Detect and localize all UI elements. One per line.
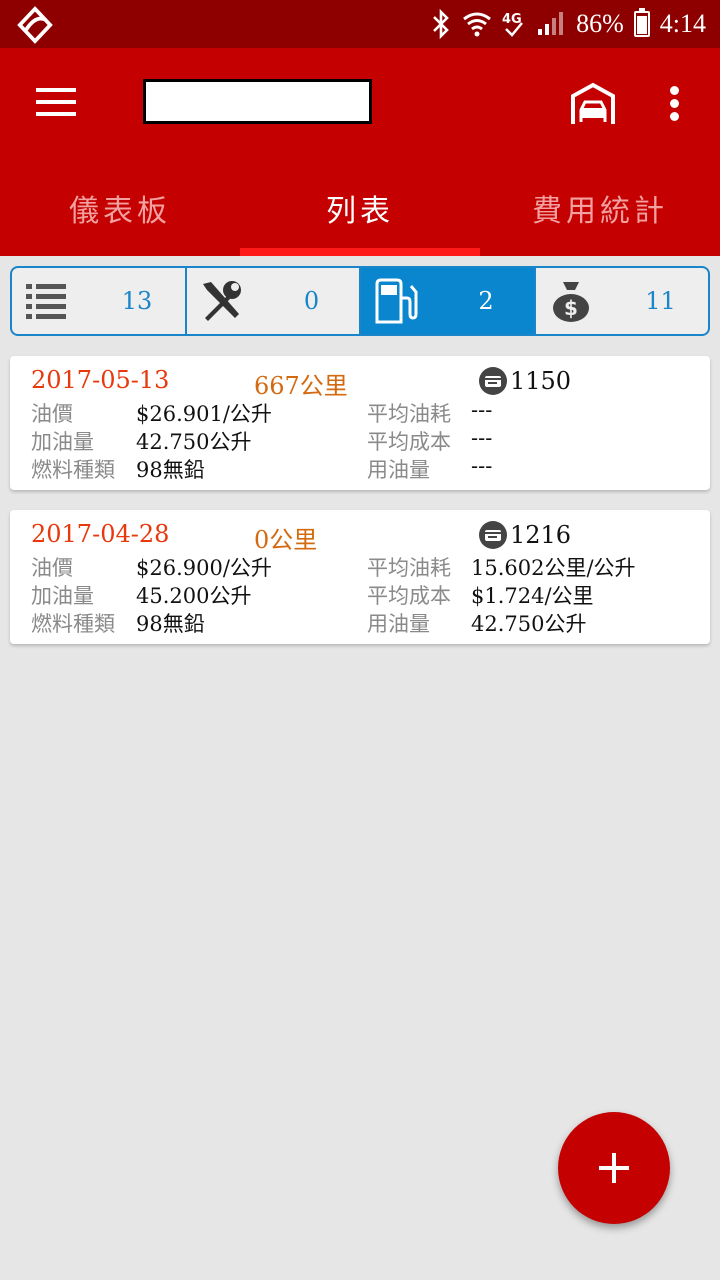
avg-cost-value: --- <box>471 426 493 450</box>
filter-expense[interactable]: $ 11 <box>536 268 709 334</box>
filter-all[interactable]: 13 <box>12 268 187 334</box>
filter-all-count: 13 <box>121 287 153 315</box>
fuel-record-card[interactable]: 2017-05-13 667公里 1150 油價 $26.901/公升 加油量 … <box>10 356 710 490</box>
filter-fuel[interactable]: 2 <box>361 268 536 334</box>
card-icon <box>479 367 507 395</box>
avg-consumption-label: 平均油耗 <box>367 402 451 426</box>
svg-text:$: $ <box>564 296 578 320</box>
fuel-pump-icon <box>375 278 418 324</box>
fuel-type-value: 98無鉛 <box>136 458 205 482</box>
fuel-type-label: 燃料種類 <box>31 612 115 636</box>
garage-icon <box>571 82 615 124</box>
fuel-used-label: 用油量 <box>367 458 430 482</box>
record-receipt: 1216 <box>478 520 571 550</box>
avg-cost-label: 平均成本 <box>367 584 451 608</box>
filter-maintenance[interactable]: 0 <box>187 268 361 334</box>
garage-button[interactable] <box>570 82 616 126</box>
money-bag-icon: $ <box>552 282 589 322</box>
record-odometer: 0公里 <box>254 526 318 554</box>
record-date: 2017-04-28 <box>31 520 170 548</box>
fuel-used-label: 用油量 <box>367 612 430 636</box>
fuel-type-label: 燃料種類 <box>31 458 115 482</box>
more-vert-icon <box>670 86 679 95</box>
app-logo-icon <box>17 6 53 44</box>
record-type-filter: 13 0 2 $ 11 <box>10 266 710 336</box>
fuel-type-value: 98無鉛 <box>136 612 205 636</box>
tab-bar: 儀表板 列表 費用統計 <box>0 160 720 256</box>
record-date: 2017-05-13 <box>31 366 170 394</box>
add-record-button[interactable] <box>558 1112 670 1224</box>
card-icon <box>479 521 507 549</box>
avg-consumption-value: 15.602公里/公升 <box>471 556 636 580</box>
fuel-used-value: --- <box>471 454 493 478</box>
network-type: 4G <box>502 12 522 27</box>
menu-button[interactable] <box>36 88 76 118</box>
filter-maintenance-count: 0 <box>303 287 320 315</box>
record-receipt: 1150 <box>478 366 571 396</box>
status-bar: 4G 86% 4:14 <box>0 0 720 48</box>
filter-expense-count: 11 <box>645 287 676 315</box>
price-label: 油價 <box>31 556 73 580</box>
volume-label: 加油量 <box>31 430 94 454</box>
tab-expense-stats[interactable]: 費用統計 <box>480 160 720 256</box>
fuel-record-card[interactable]: 2017-04-28 0公里 1216 油價 $26.900/公升 加油量 45… <box>10 510 710 644</box>
filter-fuel-count: 2 <box>478 287 494 315</box>
battery-icon <box>633 8 650 37</box>
price-value: $26.900/公升 <box>136 556 272 580</box>
avg-consumption-label: 平均油耗 <box>367 556 451 580</box>
bluetooth-icon <box>433 9 449 39</box>
avg-consumption-value: --- <box>471 398 493 422</box>
avg-cost-value: $1.724/公里 <box>471 584 594 608</box>
volume-label: 加油量 <box>31 584 94 608</box>
price-label: 油價 <box>31 402 73 426</box>
fuel-used-value: 42.750公升 <box>471 612 587 636</box>
list-icon <box>26 284 66 319</box>
more-options-button[interactable] <box>670 86 682 126</box>
menu-icon <box>36 88 76 92</box>
volume-value: 45.200公升 <box>136 584 252 608</box>
volume-value: 42.750公升 <box>136 430 252 454</box>
network-4g-icon: 4G <box>502 12 524 37</box>
battery-percent: 86% <box>576 9 624 38</box>
avg-cost-label: 平均成本 <box>367 430 451 454</box>
clock: 4:14 <box>659 9 706 38</box>
wrench-icon <box>202 281 241 321</box>
receipt-number: 1216 <box>510 521 572 549</box>
signal-icon <box>538 12 564 35</box>
receipt-number: 1150 <box>510 367 572 395</box>
record-odometer: 667公里 <box>254 372 348 400</box>
vehicle-name-box <box>143 79 372 124</box>
tab-list[interactable]: 列表 <box>240 160 480 256</box>
price-value: $26.901/公升 <box>136 402 272 426</box>
tab-dashboard[interactable]: 儀表板 <box>0 160 240 256</box>
wifi-icon <box>463 12 492 37</box>
